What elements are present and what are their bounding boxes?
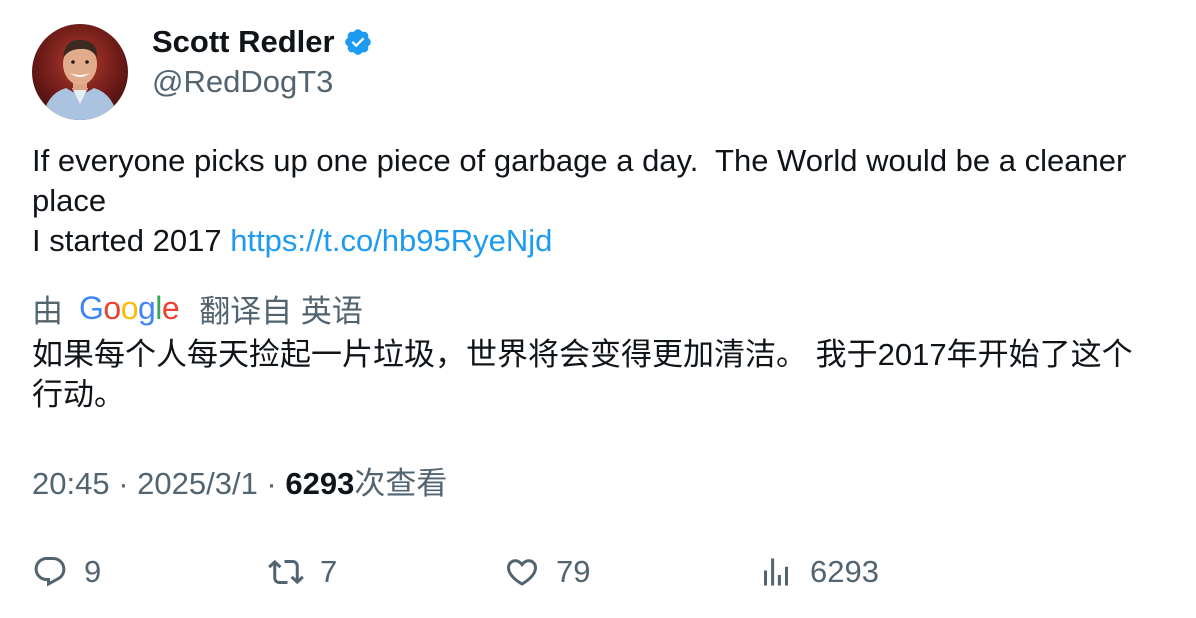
author-display-name[interactable]: Scott Redler (152, 22, 335, 62)
tweet-text-line2: I started 2017 (32, 223, 231, 258)
meta-separator: · (109, 466, 138, 501)
translation-prefix: 由 (32, 293, 63, 329)
meta-separator: · (257, 466, 286, 501)
tweet-date[interactable]: 2025/3/1 (137, 466, 258, 501)
action-bar: 9 7 79 6293 (32, 550, 1172, 594)
reply-count: 9 (84, 554, 102, 589)
analytics-icon (764, 558, 788, 586)
retweet-button[interactable]: 7 (268, 550, 337, 594)
reply-icon (34, 557, 66, 587)
profile-photo (42, 39, 118, 120)
views-button[interactable]: 6293 (758, 550, 879, 594)
views-action-count: 6293 (810, 554, 879, 589)
views-count: 6293 (285, 466, 355, 501)
translated-text: 如果每个人每天捡起一片垃圾，世界将会变得更加清洁。 我于2017年开始了这个行动… (32, 337, 1133, 412)
author-handle[interactable]: @RedDogT3 (152, 62, 333, 102)
verified-badge-icon[interactable] (343, 27, 373, 57)
google-logo-icon: Google (79, 290, 180, 326)
tweet-meta: 20:45 · 2025/3/1 · 6293次查看 (32, 464, 447, 504)
like-count: 79 (556, 554, 591, 589)
reply-button[interactable]: 9 (32, 550, 101, 594)
heart-icon (506, 559, 538, 586)
tweet-link[interactable]: https://t.co/hb95RyeNjd (230, 223, 552, 258)
translation-suffix: 翻译自 英语 (199, 293, 363, 329)
like-button[interactable]: 79 (504, 550, 590, 594)
tweet-text-line1: If everyone picks up one piece of garbag… (32, 143, 1135, 218)
retweet-count: 7 (320, 554, 338, 589)
tweet-text: If everyone picks up one piece of garbag… (32, 141, 1172, 261)
retweet-icon (268, 559, 304, 585)
author-name-row[interactable]: Scott Redler (152, 22, 373, 62)
tweet-time[interactable]: 20:45 (32, 466, 110, 501)
views-label: 次查看 (354, 466, 448, 501)
avatar[interactable] (32, 24, 128, 120)
translation-attribution[interactable]: 由 Google 翻译自 英语 (32, 286, 363, 330)
